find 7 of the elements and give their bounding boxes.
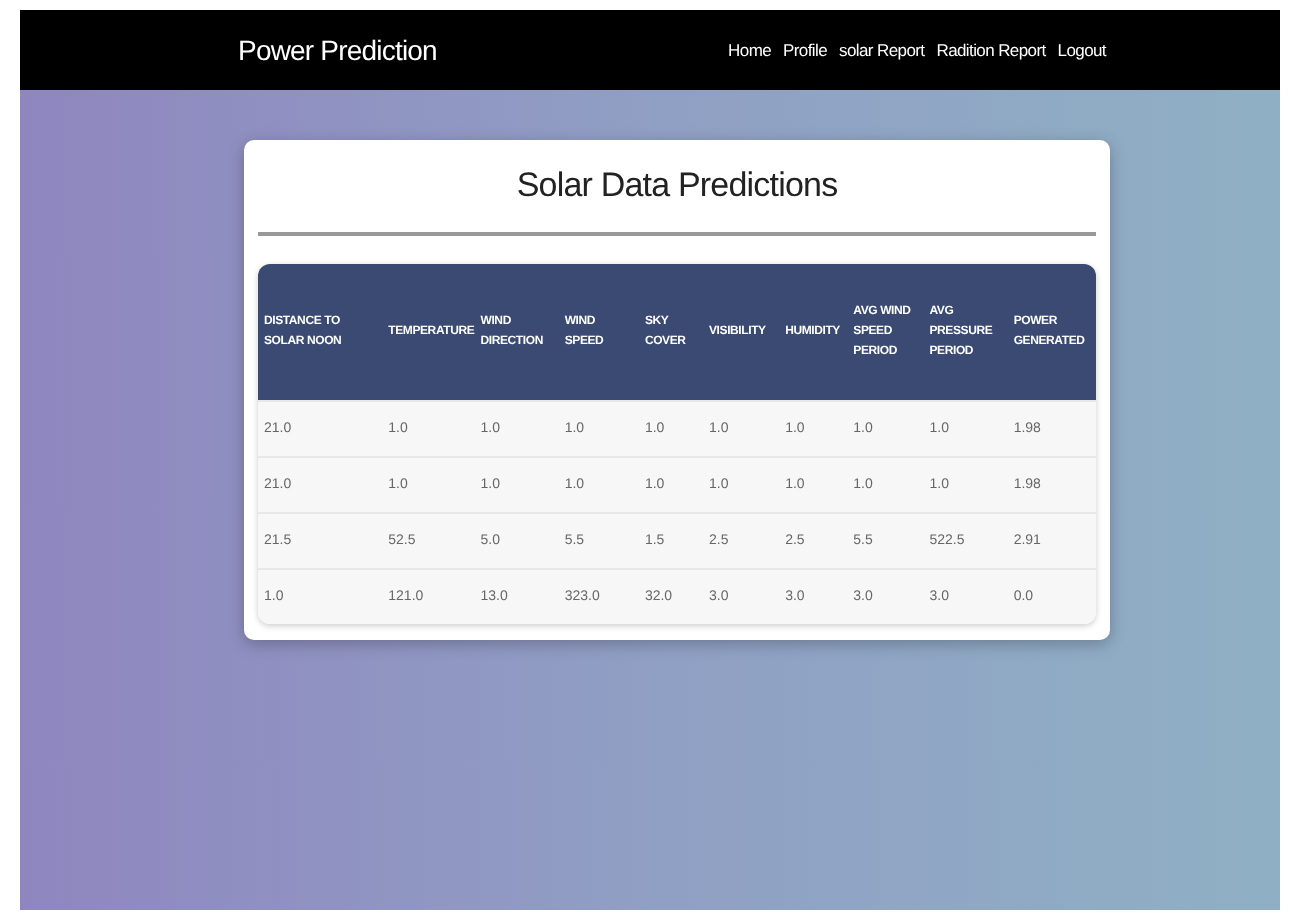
brand-title[interactable]: Power Prediction [238, 34, 437, 66]
nav-link[interactable]: Profile [783, 40, 828, 60]
card-title: Solar Data Predictions [514, 164, 840, 208]
nav-link[interactable]: Logout [1057, 40, 1106, 60]
nav-link[interactable]: Home [728, 40, 772, 60]
nav-link[interactable]: solar Report [839, 40, 925, 60]
nav-link[interactable]: Radition Report [936, 40, 1046, 60]
